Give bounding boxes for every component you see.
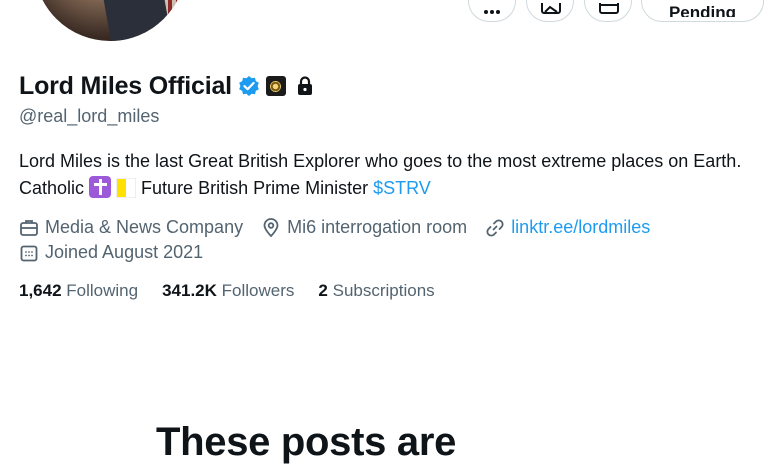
- profile-avatar[interactable]: [30, 0, 190, 45]
- pending-follow-button[interactable]: Pending: [641, 0, 764, 22]
- lock-icon: [296, 76, 314, 96]
- subscriptions-label: Subscriptions: [332, 281, 435, 300]
- bio-cashtag-link[interactable]: $STRV: [373, 178, 431, 198]
- affiliate-badge-icon[interactable]: [265, 76, 286, 96]
- following-link[interactable]: 1,642 Following: [19, 281, 138, 301]
- location-label: Mi6 interrogation room: [287, 217, 468, 237]
- subscriptions-count: 2: [318, 281, 328, 300]
- media-button[interactable]: [526, 0, 574, 22]
- verified-badge-icon[interactable]: [238, 75, 260, 97]
- subscriptions-link[interactable]: 2 Subscriptions: [318, 281, 434, 301]
- name-row: Lord Miles Official: [19, 70, 314, 102]
- location-item: Mi6 interrogation room: [261, 217, 467, 238]
- profile-meta: Media & News Company Mi6 interrogation r…: [19, 215, 764, 265]
- protected-posts-heading: These posts are: [156, 420, 457, 464]
- joined-item: Joined August 2021: [19, 242, 203, 263]
- followers-count: 341.2K: [162, 281, 217, 300]
- more-options-button[interactable]: [468, 0, 516, 22]
- followers-label: Followers: [221, 281, 295, 300]
- user-handle: @real_lord_miles: [19, 106, 160, 126]
- website-link[interactable]: linktr.ee/lordmiles: [511, 217, 650, 238]
- avatar-figure: [95, 0, 173, 41]
- profile-stats: 1,642 Following 341.2K Followers 2 Subsc…: [19, 281, 459, 301]
- location-pin-icon: [263, 217, 279, 237]
- mail-icon: [599, 3, 619, 14]
- profile-bio: Lord Miles is the last Great British Exp…: [19, 148, 764, 202]
- category-item: Media & News Company: [19, 217, 243, 238]
- profile-page: Pending Lord Miles Official @real_lord_m…: [0, 0, 780, 470]
- bio-text-2: Future British Prime Minister: [136, 178, 374, 198]
- following-label: Following: [66, 281, 139, 300]
- pending-label: Pending: [668, 5, 737, 17]
- vatican-flag-emoji-icon: [116, 178, 137, 198]
- website-item[interactable]: linktr.ee/lordmiles: [485, 217, 650, 238]
- message-button[interactable]: [584, 0, 632, 22]
- link-icon: [486, 218, 504, 237]
- display-name: Lord Miles Official: [19, 71, 232, 100]
- briefcase-icon: [20, 219, 38, 236]
- following-count: 1,642: [19, 281, 62, 300]
- joined-label: Joined August 2021: [45, 242, 204, 262]
- more-icon: [484, 10, 500, 14]
- image-icon: [541, 3, 561, 14]
- category-label: Media & News Company: [45, 217, 244, 237]
- latin-cross-emoji-icon: [89, 176, 112, 198]
- followers-link[interactable]: 341.2K Followers: [162, 281, 294, 301]
- calendar-icon: [20, 245, 38, 261]
